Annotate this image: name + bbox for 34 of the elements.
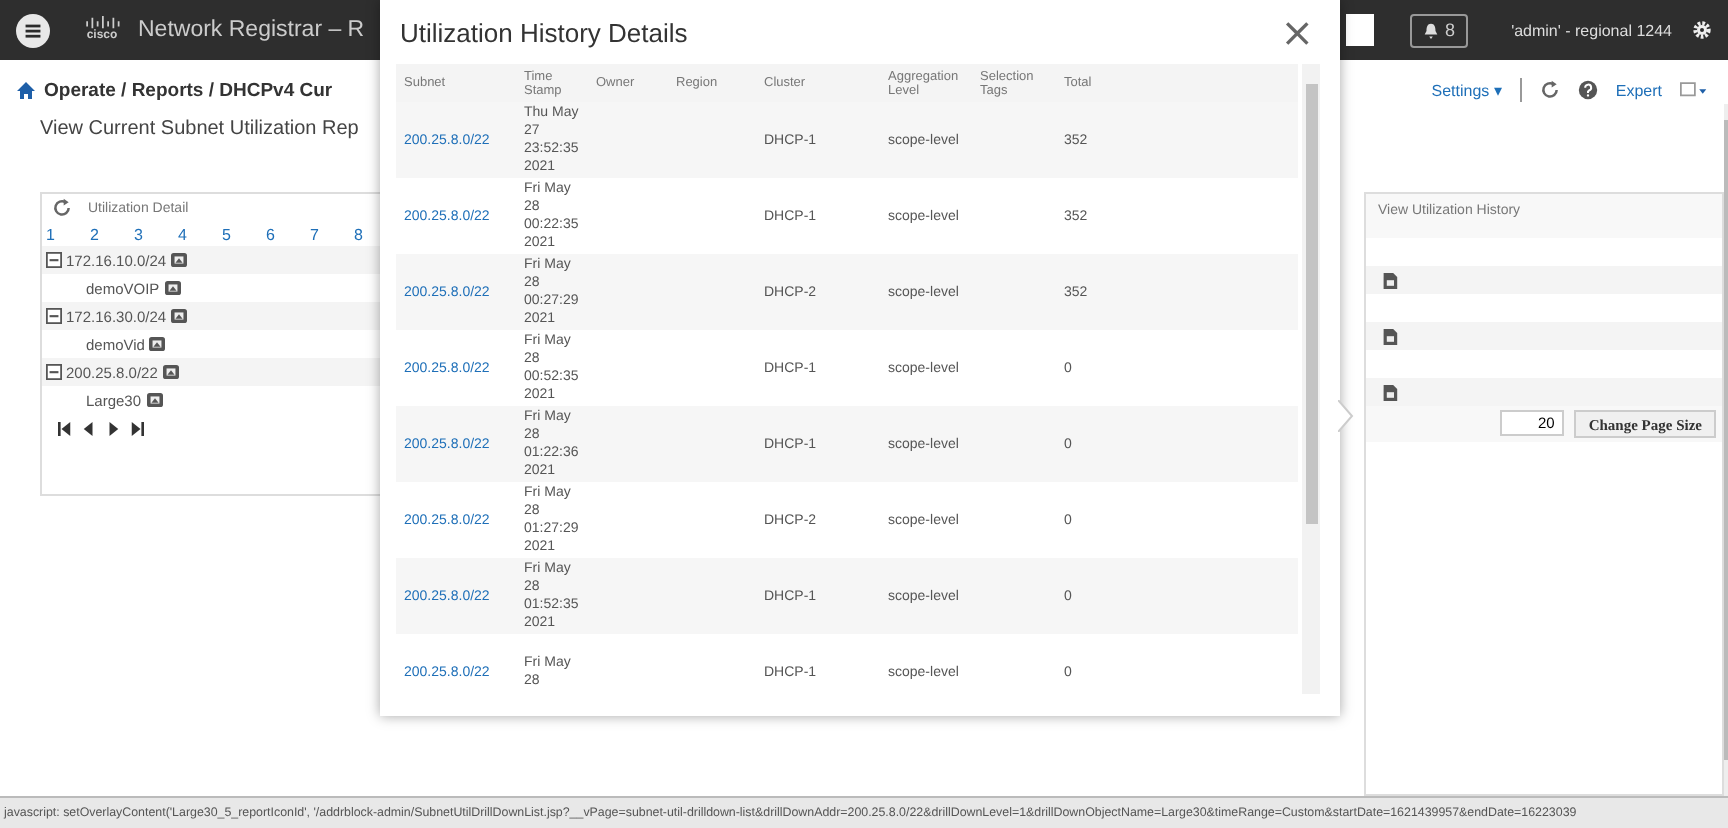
collapse-icon[interactable] [46,252,62,268]
page-link[interactable]: 7 [310,225,354,243]
refresh-icon[interactable] [1539,80,1560,100]
bell-icon [1421,21,1440,39]
settings-icon[interactable] [1692,20,1712,40]
help-icon[interactable] [1577,80,1598,100]
page-link[interactable]: 5 [222,225,266,243]
alerts-button[interactable]: 8 [1409,13,1468,47]
dialog-title: Utilization History Details [400,17,688,47]
page-link[interactable]: 3 [134,225,178,243]
search-field[interactable] [1345,14,1374,46]
collapse-icon[interactable] [46,364,62,380]
breadcrumb: Operate / Reports / DHCPv4 Cur [44,79,333,101]
user-label: 'admin' - regional 1244 [1511,21,1672,39]
product-title: Network Registrar – R [138,18,365,42]
close-button[interactable]: × [1274,12,1320,52]
next-page-icon[interactable] [106,422,120,436]
refresh-icon[interactable] [52,198,72,218]
first-page-icon[interactable] [58,422,72,436]
home-icon[interactable] [16,80,36,100]
page-link[interactable]: 1 [46,225,90,243]
menu-icon[interactable] [16,13,50,47]
page-link[interactable]: 6 [266,225,310,243]
page-link[interactable]: 2 [90,225,134,243]
page-link[interactable]: 4 [178,225,222,243]
collapse-icon[interactable] [46,308,62,324]
page-subtitle: View Current Subnet Utilization Rep [40,118,359,140]
last-page-icon[interactable] [130,422,144,436]
view-dropdown-icon[interactable] [1680,81,1708,99]
scrollbar[interactable] [1302,64,1320,694]
expert-mode-link[interactable]: Expert [1615,81,1662,99]
settings-menu[interactable]: Settings ▾ [1431,81,1502,99]
logo-bars-icon [82,16,122,30]
previous-page-icon[interactable] [82,422,96,436]
